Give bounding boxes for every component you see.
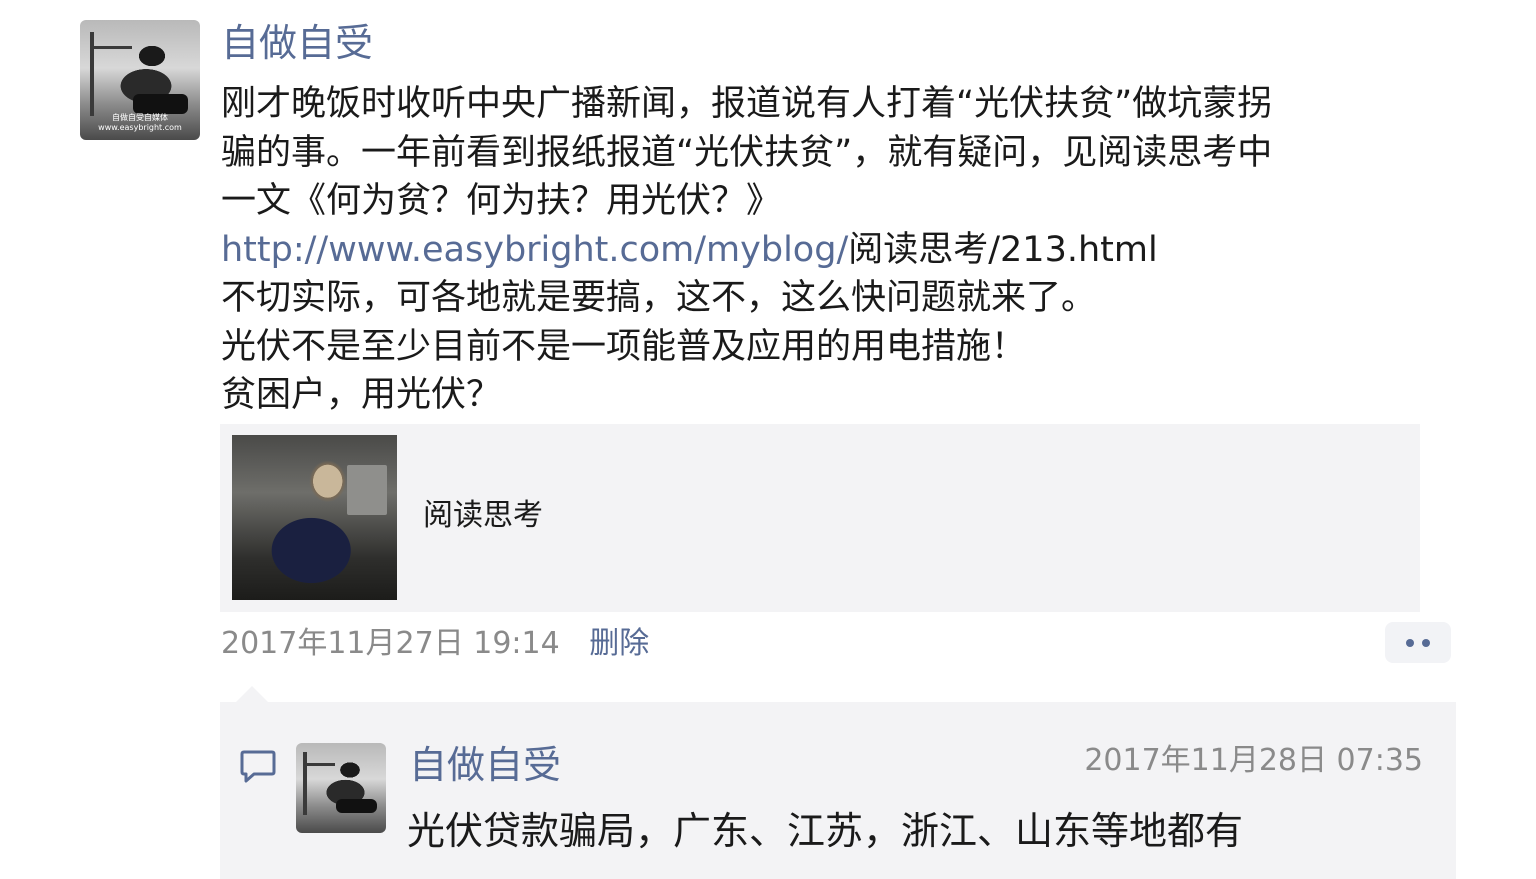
post-timestamp: 2017年11月27日 19:14: [221, 626, 560, 661]
moments-feed: 自做自受自媒体 www.easybright.com 自做自受 刚才晚饭时收听中…: [0, 0, 1536, 879]
shared-article-thumbnail: [232, 435, 397, 600]
comment-box-arrow: [236, 686, 268, 702]
comment-author-name[interactable]: 自做自受: [409, 740, 561, 790]
avatar-art-wheel: [132, 94, 188, 114]
post-link-line: http://www.easybright.com/myblog/阅读思考/21…: [221, 226, 1461, 275]
post-text-line-1: 刚才晚饭时收听中央广播新闻，报道说有人打着“光伏扶贫”做坑蒙拐: [221, 84, 1273, 124]
post-text-line-5: 光伏不是至少目前不是一项能普及应用的用电措施！: [221, 326, 1027, 367]
comment-bubble-icon: [240, 750, 276, 783]
comment-author-avatar[interactable]: [296, 743, 386, 833]
avatar-art-wheel: [335, 798, 377, 814]
avatar-art-rig-bar: [89, 46, 132, 50]
shared-article-card[interactable]: 阅读思考: [220, 424, 1420, 612]
avatar-art-rig: [303, 752, 308, 815]
avatar-art-rig-bar: [303, 762, 335, 766]
post-text-line-6: 贫困户，用光伏？: [221, 375, 502, 415]
post-text-line-4: 不切实际，可各地就是要搞，这不，这么快问题就来了。: [221, 278, 1097, 318]
comment-text: 光伏贷款骗局，广东、江苏，浙江、山东等地都有: [407, 809, 1244, 853]
avatar-caption-line-1: 自做自受自媒体: [112, 112, 168, 122]
post-author-avatar[interactable]: 自做自受自媒体 www.easybright.com: [80, 20, 200, 140]
delete-button[interactable]: 删除: [589, 626, 649, 661]
more-actions-button[interactable]: [1385, 622, 1451, 663]
more-dot-icon: [1422, 638, 1430, 647]
post-text-line-3: 一文《何为贫？何为扶？用光伏？》: [221, 181, 782, 221]
post-link-suffix: 阅读思考/213.html: [848, 229, 1158, 270]
post-text-line-2: 骗的事。一年前看到报纸报道“光伏扶贫”，就有疑问，见阅读思考中: [221, 132, 1273, 173]
more-dot-icon: [1406, 638, 1414, 647]
post-text: 刚才晚饭时收听中央广播新闻，报道说有人打着“光伏扶贫”做坑蒙拐 骗的事。一年前看…: [221, 80, 1461, 420]
post-link[interactable]: http://www.easybright.com/myblog/: [221, 230, 848, 270]
avatar-caption: 自做自受自媒体 www.easybright.com: [80, 113, 200, 133]
thumbnail-art-screen: [347, 465, 387, 515]
post-meta: 2017年11月27日 19:14 删除: [221, 622, 649, 666]
avatar-art-rig: [89, 32, 94, 116]
comment-timestamp: 2017年11月28日 07:35: [1084, 743, 1423, 778]
shared-article-title: 阅读思考: [423, 498, 543, 533]
post-author-name[interactable]: 自做自受: [221, 18, 373, 68]
avatar-caption-line-2: www.easybright.com: [98, 122, 182, 132]
